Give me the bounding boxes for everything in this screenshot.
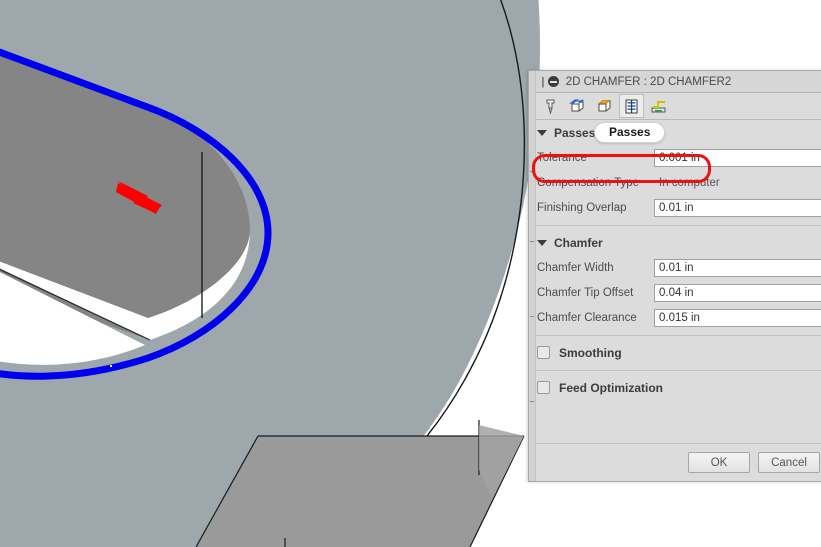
row-compensation-type[interactable]: Compensation Type In computer: [529, 170, 821, 195]
dialog-drag-grip[interactable]: [529, 71, 536, 481]
label-finishing-overlap: Finishing Overlap: [537, 201, 627, 214]
passes-tab[interactable]: [619, 94, 644, 118]
geometry-tab[interactable]: [565, 94, 590, 118]
smoothing-toggle-row[interactable]: Smoothing: [529, 340, 821, 365]
finishing-overlap-input[interactable]: 0.01 in: [654, 198, 821, 217]
cancel-button[interactable]: Cancel: [758, 452, 820, 473]
section-divider-3: [529, 370, 821, 371]
passes-tooltip: Passes: [594, 122, 666, 143]
label-chamfer-width: Chamfer Width: [537, 261, 614, 274]
tool-tab[interactable]: [538, 94, 563, 118]
section-divider-1: [529, 225, 821, 226]
chamfer-tip-offset-input[interactable]: 0.04 in: [654, 283, 821, 302]
section-title-passes: Passes: [554, 125, 596, 140]
feed-optimization-label: Feed Optimization: [559, 380, 664, 395]
label-chamfer-tip-offset: Chamfer Tip Offset: [537, 286, 634, 299]
row-finishing-overlap[interactable]: Finishing Overlap 0.01 in: [529, 195, 821, 220]
collapse-dot-icon[interactable]: [547, 76, 559, 87]
chamfer-width-input[interactable]: 0.01 in: [654, 258, 821, 277]
viewport-speck: [110, 365, 112, 367]
compensation-type-value[interactable]: In computer: [654, 174, 821, 192]
chamfer-operation-dialog[interactable]: || 2D CHAMFER : 2D CHAMFER2 Passes Passe…: [528, 70, 821, 482]
operation-tabbar[interactable]: [529, 93, 821, 120]
dialog-body: Passes Passes Tolerance 0.001 in Compens…: [529, 120, 821, 443]
label-chamfer-clearance: Chamfer Clearance: [537, 311, 637, 324]
feed-optimization-checkbox[interactable]: [537, 381, 550, 394]
heights-tab[interactable]: [592, 94, 617, 118]
tolerance-input[interactable]: 0.001 in: [654, 148, 821, 167]
heights-cube-icon: [597, 99, 612, 111]
row-tolerance[interactable]: Tolerance 0.001 in: [529, 145, 821, 170]
row-chamfer-width[interactable]: Chamfer Width 0.01 in: [529, 255, 821, 280]
label-tolerance: Tolerance: [537, 151, 587, 164]
smoothing-label: Smoothing: [559, 345, 622, 360]
linking-ramp-icon: [651, 100, 666, 112]
app-root: || 2D CHAMFER : 2D CHAMFER2 Passes Passe…: [0, 0, 821, 547]
row-chamfer-clearance[interactable]: Chamfer Clearance 0.015 in: [529, 305, 821, 330]
dialog-footer: OK Cancel: [529, 443, 821, 481]
chamfer-clearance-input[interactable]: 0.015 in: [654, 308, 821, 327]
section-header-chamfer[interactable]: Chamfer: [529, 230, 821, 255]
feed-optimization-toggle-row[interactable]: Feed Optimization: [529, 375, 821, 400]
end-mill-tool-icon: [546, 99, 555, 115]
label-compensation-type: Compensation Type: [537, 176, 640, 189]
ok-button[interactable]: OK: [688, 452, 750, 473]
chevron-down-icon: [537, 129, 547, 136]
passes-layers-icon: [625, 99, 638, 113]
section-header-passes[interactable]: Passes Passes: [529, 120, 821, 145]
section-divider-2: [529, 335, 821, 336]
titlebar-grip-icon: ||: [541, 75, 544, 88]
geometry-cube-icon: [569, 98, 584, 111]
chevron-down-icon: [537, 239, 547, 246]
dialog-titlebar[interactable]: || 2D CHAMFER : 2D CHAMFER2: [529, 71, 821, 93]
row-chamfer-tip-offset[interactable]: Chamfer Tip Offset 0.04 in: [529, 280, 821, 305]
section-title-chamfer: Chamfer: [554, 235, 603, 250]
smoothing-checkbox[interactable]: [537, 346, 550, 359]
linking-tab[interactable]: [646, 94, 671, 118]
dialog-title: 2D CHAMFER : 2D CHAMFER2: [565, 75, 732, 88]
